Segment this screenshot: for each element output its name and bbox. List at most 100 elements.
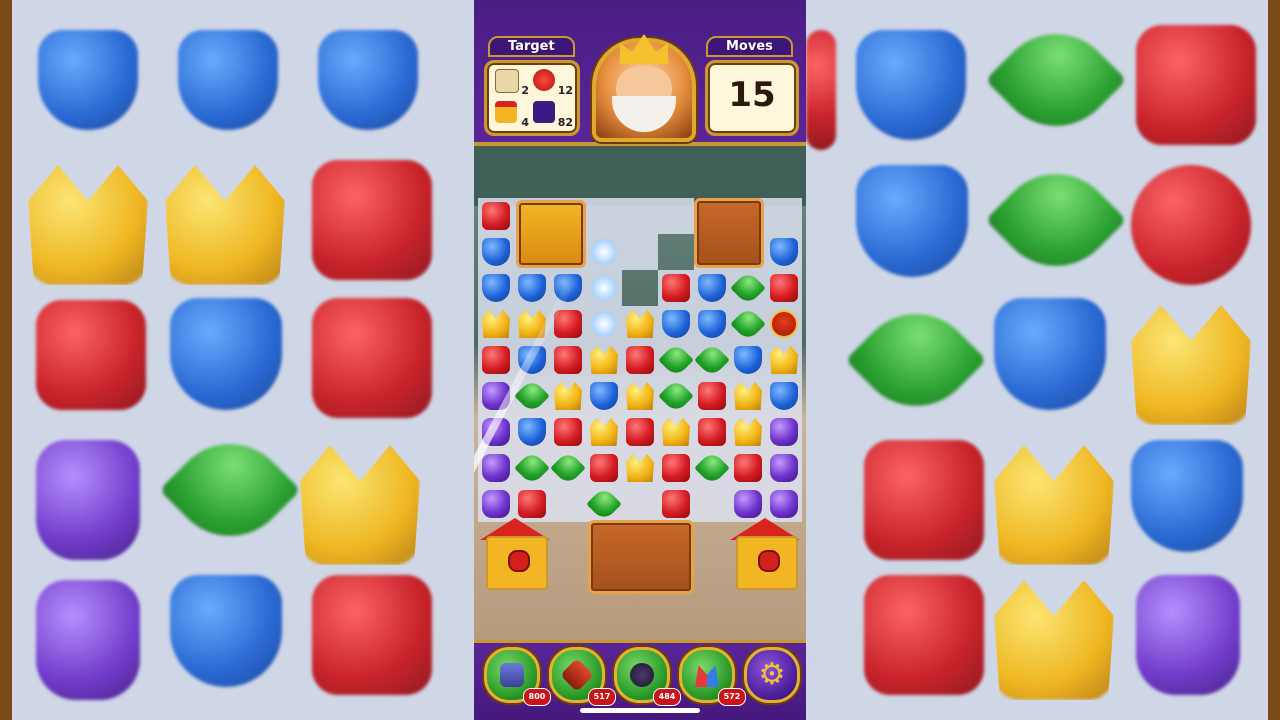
purple-bottle-tile — [36, 440, 140, 560]
target-panel: 2 12 4 82 — [484, 60, 580, 136]
moves-title: Moves — [706, 36, 793, 57]
red-piece[interactable] — [662, 490, 690, 518]
blue-shield-tile — [170, 575, 282, 687]
blue-shield-tile — [178, 30, 278, 130]
blue-piece[interactable] — [518, 274, 546, 302]
red-piece[interactable] — [482, 202, 510, 230]
wooden-frame — [1268, 0, 1280, 720]
blue-piece[interactable] — [698, 274, 726, 302]
red-piece[interactable] — [662, 454, 690, 482]
yellow-crown-tile — [994, 580, 1114, 700]
blue-piece[interactable] — [482, 274, 510, 302]
red-piece[interactable] — [518, 490, 546, 518]
red-piece[interactable] — [770, 274, 798, 302]
board-cell[interactable] — [622, 486, 658, 522]
board-cell[interactable] — [694, 486, 730, 522]
purple-bottle-tile — [36, 580, 140, 700]
target-item: 2 — [495, 69, 529, 97]
room-wall — [474, 146, 806, 206]
target-item: 12 — [533, 69, 573, 97]
red-piece[interactable] — [626, 346, 654, 374]
king-beard — [612, 96, 676, 132]
cannon-booster-button[interactable]: 484 — [614, 647, 681, 706]
blue-piece[interactable] — [518, 418, 546, 446]
board-cell[interactable] — [622, 198, 658, 234]
red-cube-tile — [312, 298, 432, 418]
birdhouse-icon — [495, 101, 517, 123]
purple-piece[interactable] — [770, 418, 798, 446]
blue-shield-tile — [1131, 440, 1243, 552]
red-cube-tile — [312, 160, 432, 280]
blurred-background-left — [0, 0, 474, 720]
ice-piece[interactable] — [590, 238, 618, 266]
blue-piece[interactable] — [734, 346, 762, 374]
wooden-frame — [0, 0, 12, 720]
red-piece[interactable] — [626, 418, 654, 446]
board-cell[interactable] — [766, 198, 802, 234]
home-indicator[interactable] — [580, 708, 700, 713]
blue-piece[interactable] — [770, 238, 798, 266]
red-piece[interactable] — [554, 418, 582, 446]
blue-shield-tile — [38, 30, 138, 130]
red-cube-tile — [36, 300, 146, 410]
jester-hat-booster-button[interactable]: 572 — [679, 647, 746, 706]
birdhouse-body — [486, 536, 548, 590]
moves-panel: 15 — [705, 60, 799, 136]
red-bird-icon — [533, 69, 555, 91]
hammer-icon — [500, 663, 524, 687]
blue-piece[interactable] — [770, 382, 798, 410]
green-leaf-tile — [159, 419, 301, 561]
red-piece[interactable] — [590, 454, 618, 482]
blue-shield-tile — [170, 298, 282, 410]
wood-crate-obstacle — [694, 198, 764, 268]
red-cube-tile — [1136, 25, 1256, 145]
crown-icon — [620, 34, 668, 64]
settings-button[interactable]: ⚙ — [744, 647, 800, 703]
arrow-booster-button[interactable]: 517 — [549, 647, 616, 706]
yellow-crown-tile — [300, 445, 420, 565]
collapsed-birdhouse-obstacle — [516, 200, 586, 268]
booster-count-badge: 484 — [653, 688, 681, 706]
purple-piece[interactable] — [734, 490, 762, 518]
birdhouse-body — [736, 536, 798, 590]
birdhouse-door — [758, 550, 780, 572]
blue-shield-tile — [994, 298, 1106, 410]
ice-piece[interactable] — [590, 274, 618, 302]
yellow-crown-tile — [28, 165, 148, 285]
birdhouse-goal — [730, 518, 800, 590]
match3-board[interactable] — [478, 198, 804, 596]
purple-piece[interactable] — [482, 454, 510, 482]
arrow-icon — [560, 658, 594, 692]
blue-piece[interactable] — [482, 238, 510, 266]
blue-piece[interactable] — [590, 382, 618, 410]
ice-piece[interactable] — [590, 310, 618, 338]
hammer-booster-button[interactable]: 800 — [484, 647, 551, 706]
blue-piece[interactable] — [698, 310, 726, 338]
board-cell[interactable] — [586, 198, 622, 234]
red-cube-tile — [864, 575, 984, 695]
green-leaf-tile — [845, 289, 987, 431]
yellow-crown-tile — [994, 445, 1114, 565]
blue-piece[interactable] — [662, 310, 690, 338]
moves-counter: 15 — [728, 75, 776, 115]
tnt-barrel-tile — [1131, 165, 1251, 285]
red-piece[interactable] — [698, 382, 726, 410]
red-piece[interactable] — [554, 346, 582, 374]
yellow-crown-tile — [1131, 305, 1251, 425]
board-cell[interactable] — [550, 486, 586, 522]
purple-piece[interactable] — [770, 490, 798, 518]
red-piece[interactable] — [482, 346, 510, 374]
purple-piece[interactable] — [770, 454, 798, 482]
game-screen: Target 2 12 4 82 Moves 15 800 517 484 57… — [474, 0, 806, 720]
board-cell[interactable] — [622, 234, 658, 270]
purple-piece[interactable] — [482, 490, 510, 518]
red-piece[interactable] — [698, 418, 726, 446]
top-hud: Target 2 12 4 82 Moves 15 — [474, 0, 806, 146]
red-piece[interactable] — [734, 454, 762, 482]
scroll-map-icon — [495, 69, 519, 93]
booster-count-badge: 572 — [718, 688, 746, 706]
red-piece[interactable] — [662, 274, 690, 302]
board-cell[interactable] — [658, 198, 694, 234]
tnt-piece[interactable] — [770, 310, 798, 338]
jester-hat-icon — [695, 665, 719, 687]
